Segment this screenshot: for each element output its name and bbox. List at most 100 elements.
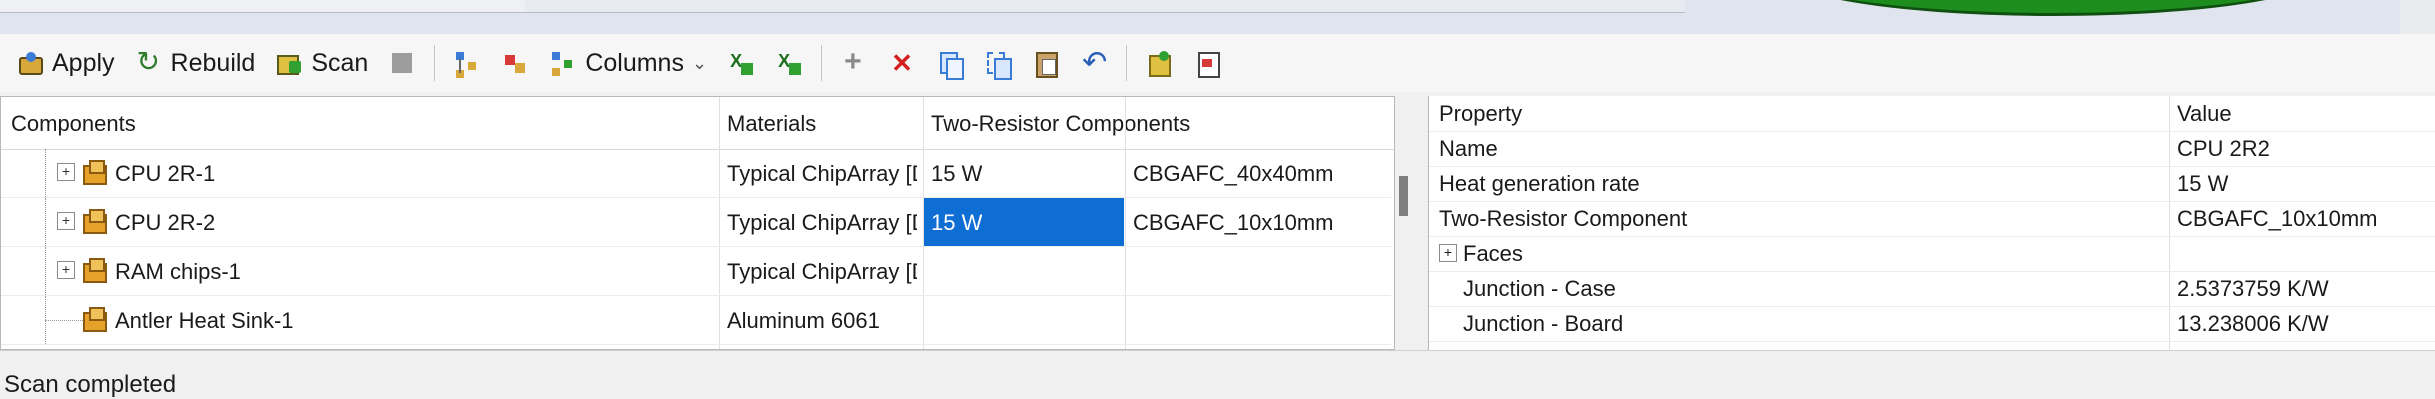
property-value[interactable]: 15 W bbox=[2177, 171, 2228, 197]
row-two-resistor[interactable]: CBGAFC_40x40mm bbox=[1133, 161, 1334, 187]
expand-tree-icon bbox=[453, 49, 481, 77]
row-component-name: CPU 2R-2 bbox=[115, 210, 216, 235]
copy-button[interactable] bbox=[926, 43, 974, 83]
expand-tree-button[interactable] bbox=[443, 43, 491, 83]
add-icon bbox=[840, 45, 868, 79]
row-material: Typical ChipArray [Du bbox=[727, 210, 917, 235]
row-material: Typical ChipArray [Du bbox=[727, 259, 917, 284]
row-component-name: RAM chips-1 bbox=[115, 259, 241, 284]
property-name: Name bbox=[1439, 136, 1498, 161]
expand-icon[interactable]: + bbox=[57, 212, 75, 230]
copy-format-button[interactable] bbox=[974, 43, 1022, 83]
row-two-resistor[interactable]: CBGAFC_10x10mm bbox=[1133, 210, 1334, 236]
undo-icon bbox=[1080, 45, 1108, 80]
property-row[interactable]: Heat generation rate 15 W bbox=[1429, 166, 2435, 202]
scan-button[interactable]: Scan bbox=[265, 43, 378, 83]
apply-icon bbox=[16, 49, 44, 77]
top-frame-right bbox=[525, 0, 1685, 13]
header-value[interactable]: Value bbox=[2177, 101, 2232, 127]
property-name: Faces bbox=[1463, 241, 1523, 266]
node-button[interactable] bbox=[491, 43, 539, 83]
columns-icon bbox=[549, 49, 577, 77]
property-row[interactable]: Junction - Case 2.5373759 K/W bbox=[1429, 271, 2435, 307]
component-icon bbox=[81, 208, 107, 234]
clipboard-button[interactable] bbox=[1183, 43, 1231, 83]
undo-button[interactable] bbox=[1070, 43, 1118, 83]
expand-icon[interactable]: + bbox=[57, 163, 75, 181]
header-materials[interactable]: Materials bbox=[727, 111, 816, 137]
paste-icon bbox=[1032, 49, 1060, 78]
property-name: Two-Resistor Component bbox=[1439, 206, 1688, 231]
paste-button[interactable] bbox=[1022, 43, 1070, 83]
toolbar: Apply Rebuild Scan Columns ⌄ bbox=[0, 34, 2435, 92]
property-value[interactable]: CPU 2R2 bbox=[2177, 136, 2270, 162]
property-panel: Property Value Name CPU 2R2 Heat generat… bbox=[1428, 96, 2435, 350]
property-row[interactable]: Junction - Board 13.238006 K/W bbox=[1429, 306, 2435, 342]
rebuild-icon bbox=[135, 45, 163, 78]
tree-line bbox=[45, 247, 47, 295]
tree-line bbox=[45, 198, 47, 246]
row-material: Aluminum 6061 bbox=[727, 308, 880, 333]
vertical-scrollbar[interactable] bbox=[1398, 96, 1428, 350]
excel-export-button[interactable] bbox=[717, 43, 765, 83]
delete-icon bbox=[888, 48, 916, 79]
component-button[interactable] bbox=[1135, 43, 1183, 83]
property-value[interactable]: 2.5373759 K/W bbox=[2177, 276, 2329, 302]
component-icon bbox=[81, 159, 107, 185]
copy-format-icon bbox=[984, 49, 1013, 80]
expand-icon[interactable]: + bbox=[57, 261, 75, 279]
table-row[interactable]: Antler Heat Sink-1 Aluminum 6061 bbox=[1, 296, 1391, 345]
property-row[interactable]: Two-Resistor Component CBGAFC_10x10mm bbox=[1429, 201, 2435, 237]
property-name: Heat generation rate bbox=[1439, 171, 1640, 196]
property-value[interactable]: 13.238006 K/W bbox=[2177, 311, 2329, 337]
component-icon bbox=[1145, 49, 1173, 77]
row-power[interactable]: 15 W bbox=[931, 161, 982, 187]
status-bar: Scan completed bbox=[0, 350, 2435, 398]
delete-button[interactable] bbox=[878, 43, 926, 83]
excel-import-button[interactable] bbox=[765, 43, 813, 83]
viewport-edge bbox=[2400, 0, 2435, 34]
top-strip bbox=[0, 0, 2435, 35]
property-name: Junction - Board bbox=[1463, 311, 1624, 336]
excel-export-icon bbox=[727, 49, 755, 77]
header-property[interactable]: Property bbox=[1439, 101, 1522, 127]
table-row[interactable]: + CPU 2R-1 Typical ChipArray [Du 15 W CB… bbox=[1, 149, 1391, 198]
copy-icon bbox=[936, 49, 965, 80]
scrollbar-thumb[interactable] bbox=[1399, 176, 1408, 216]
columns-button[interactable]: Columns ⌄ bbox=[539, 43, 717, 83]
top-frame-left bbox=[0, 0, 526, 13]
table-row[interactable]: + CPU 2R-2 Typical ChipArray [Du 15 W CB… bbox=[1, 198, 1391, 247]
rebuild-label: Rebuild bbox=[170, 48, 256, 77]
toolbar-separator bbox=[821, 45, 823, 81]
property-value[interactable]: CBGAFC_10x10mm bbox=[2177, 206, 2378, 232]
property-header: Property Value bbox=[1429, 96, 2435, 132]
row-power[interactable]: 15 W bbox=[931, 210, 982, 236]
tree-line bbox=[45, 149, 47, 197]
rebuild-button[interactable]: Rebuild bbox=[125, 43, 266, 83]
scan-label: Scan bbox=[311, 48, 369, 77]
scan-icon bbox=[275, 49, 303, 77]
components-table: Components Materials Two-Resistor Compon… bbox=[0, 96, 1395, 350]
table-header: Components Materials Two-Resistor Compon… bbox=[1, 97, 1394, 150]
node-icon bbox=[501, 49, 529, 77]
viewport-model-shape bbox=[1780, 0, 2326, 16]
component-icon bbox=[81, 257, 107, 283]
apply-label: Apply bbox=[52, 48, 115, 77]
expand-icon[interactable]: + bbox=[1439, 244, 1457, 262]
columns-label: Columns bbox=[585, 48, 684, 77]
add-button[interactable] bbox=[830, 43, 878, 83]
tree-line bbox=[45, 320, 85, 321]
stop-button[interactable] bbox=[378, 43, 426, 83]
apply-button[interactable]: Apply bbox=[6, 43, 125, 83]
toolbar-separator bbox=[1126, 45, 1128, 81]
row-component-name: Antler Heat Sink-1 bbox=[115, 308, 294, 333]
chevron-down-icon: ⌄ bbox=[691, 52, 708, 73]
property-row[interactable]: + Faces bbox=[1429, 236, 2435, 272]
table-row[interactable]: + RAM chips-1 Typical ChipArray [Du bbox=[1, 247, 1391, 296]
toolbar-separator bbox=[434, 45, 436, 81]
row-material: Typical ChipArray [Du bbox=[727, 161, 917, 186]
header-two-resistor[interactable]: Two-Resistor Components bbox=[931, 111, 1190, 137]
property-row[interactable]: Name CPU 2R2 bbox=[1429, 131, 2435, 167]
header-components[interactable]: Components bbox=[11, 111, 136, 137]
excel-import-icon bbox=[775, 49, 803, 77]
